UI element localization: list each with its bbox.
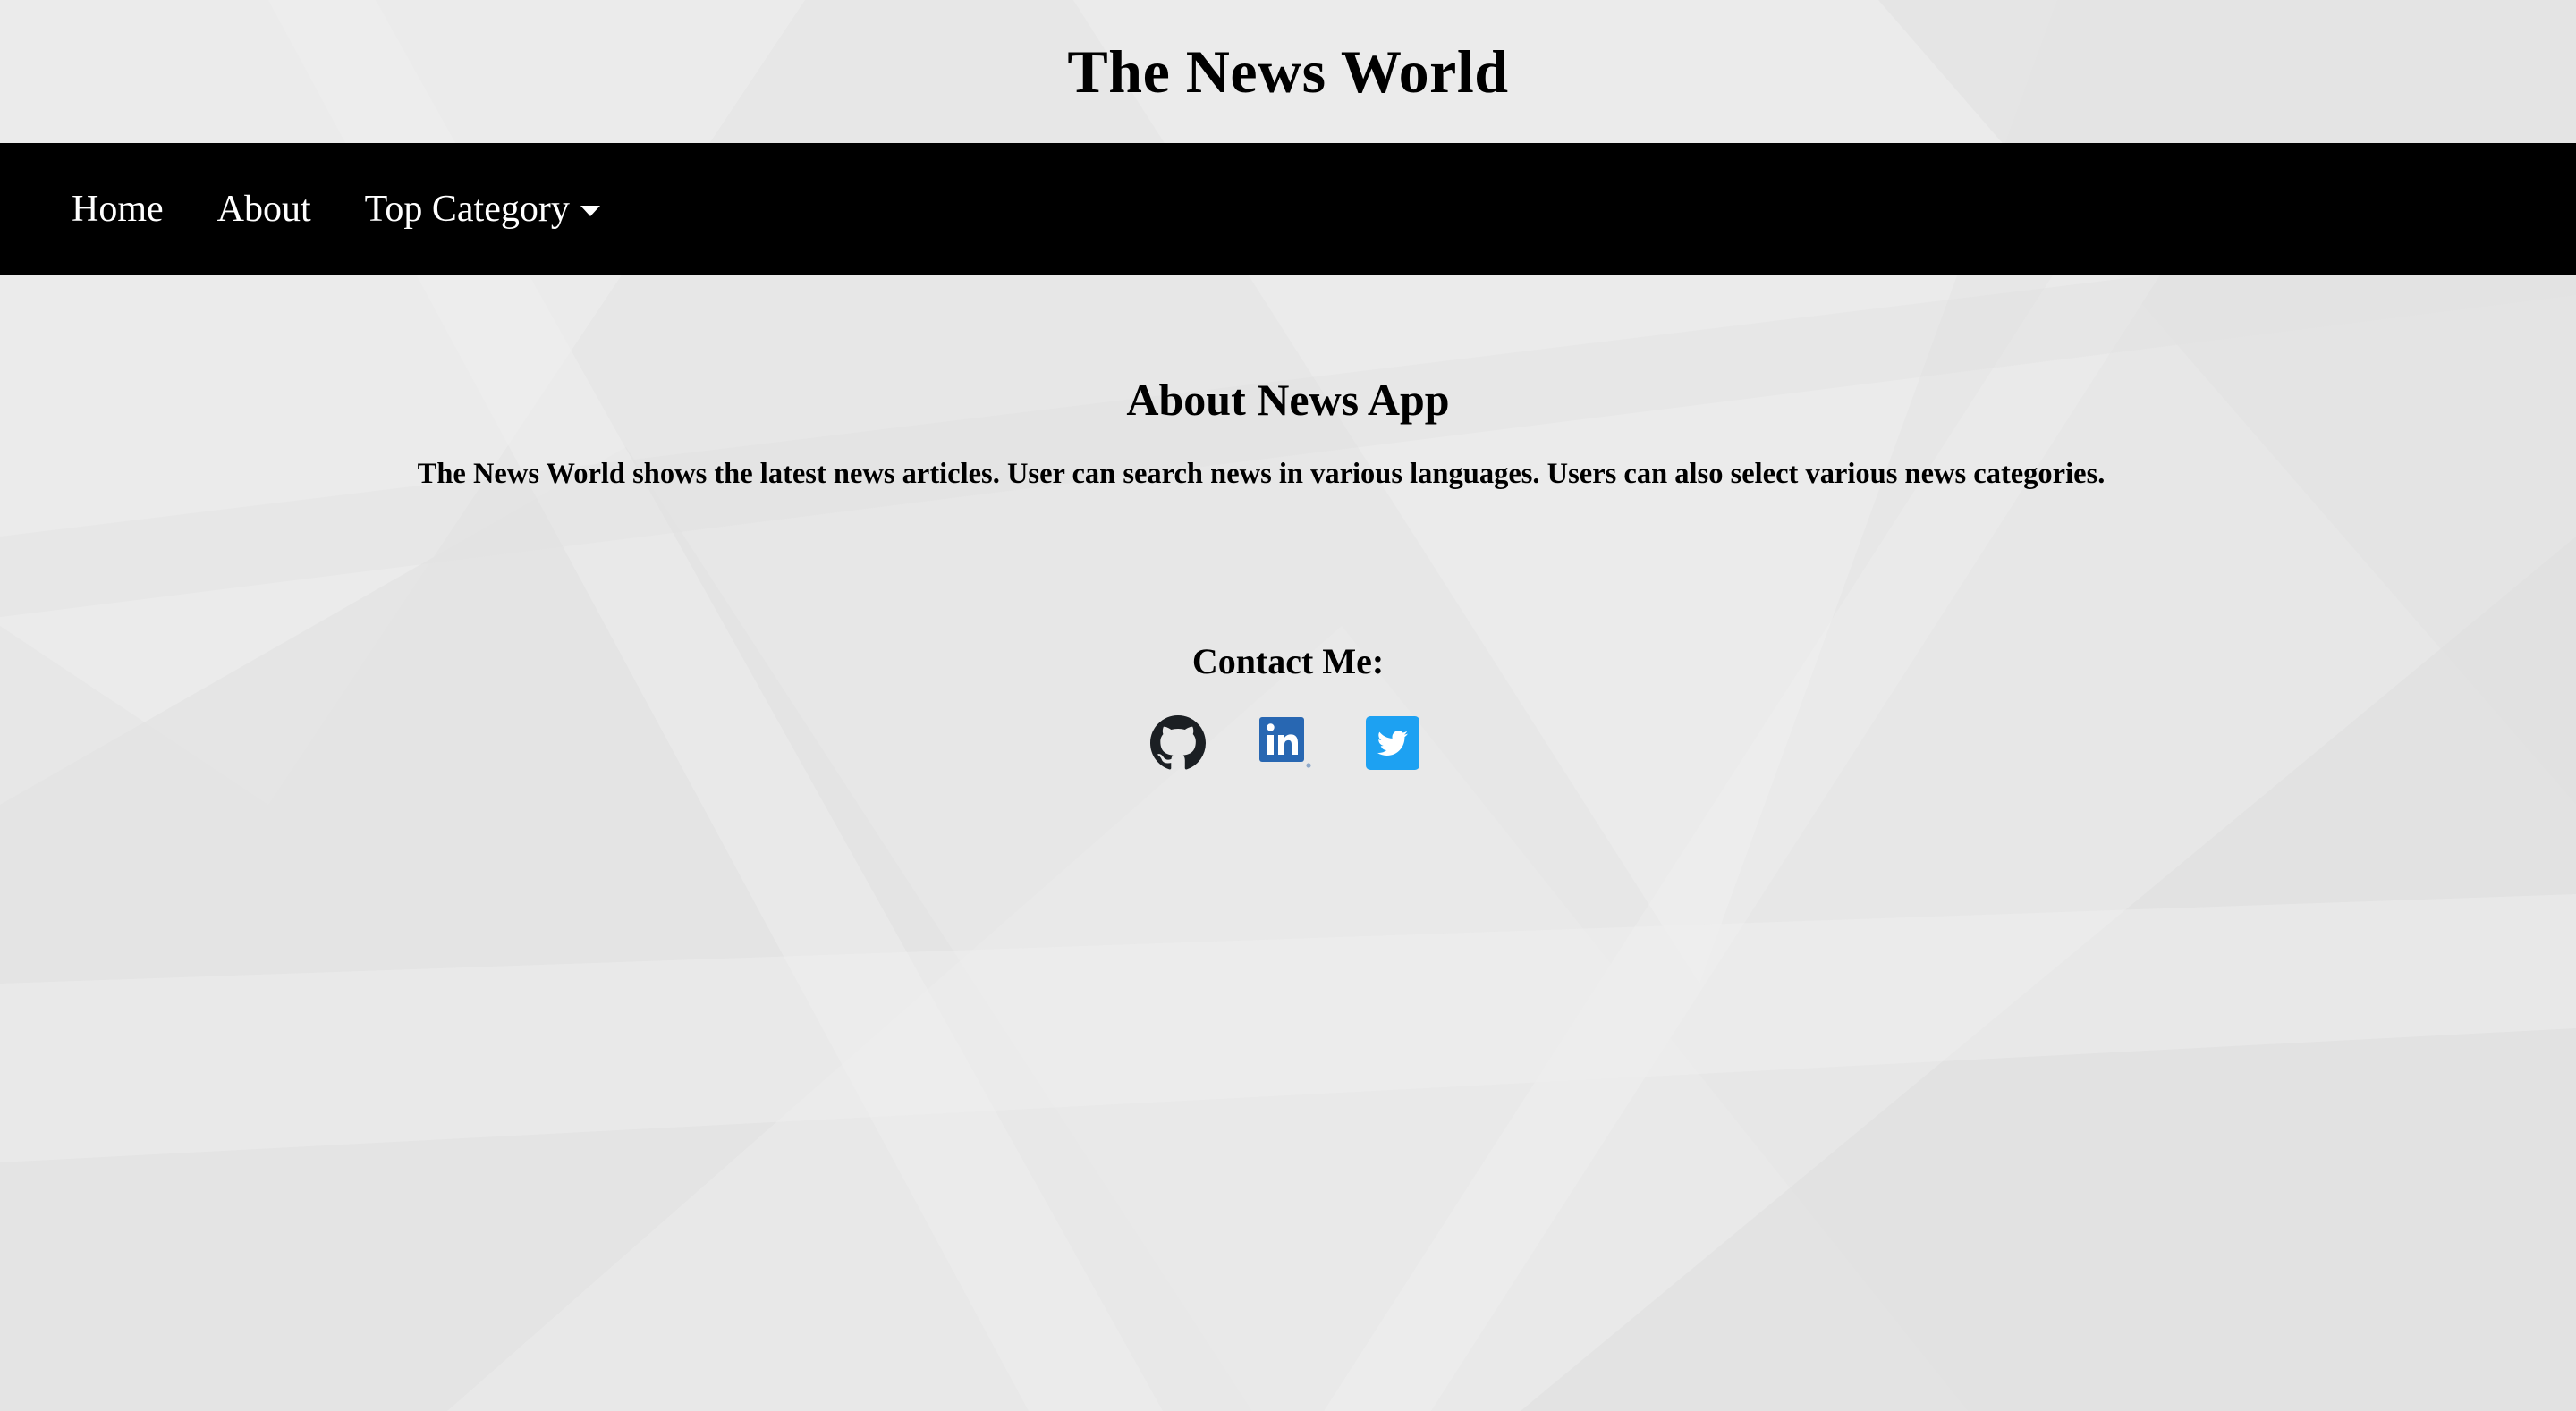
nav-top-category-label: Top Category bbox=[364, 189, 570, 230]
github-link[interactable] bbox=[1150, 715, 1206, 771]
github-icon bbox=[1150, 715, 1206, 770]
nav-about-label: About bbox=[216, 189, 311, 230]
social-links bbox=[0, 715, 2576, 771]
nav-about[interactable]: About bbox=[217, 188, 311, 231]
site-title: The News World bbox=[1067, 37, 1509, 106]
caret-down-icon bbox=[580, 206, 600, 216]
nav-home-label: Home bbox=[72, 189, 164, 230]
site-header: The News World bbox=[0, 0, 2576, 143]
about-heading: About News App bbox=[1126, 375, 1450, 425]
contact-heading: Contact Me: bbox=[1191, 641, 1385, 681]
nav-home[interactable]: Home bbox=[72, 188, 164, 231]
navbar: Home About Top Category bbox=[0, 143, 2576, 275]
page: The News World Home About Top Category A… bbox=[0, 0, 2576, 1411]
twitter-icon bbox=[1366, 716, 1419, 770]
linkedin-icon bbox=[1259, 717, 1311, 768]
twitter-link[interactable] bbox=[1365, 715, 1420, 771]
nav-top-category-dropdown[interactable]: Top Category bbox=[365, 188, 600, 231]
linkedin-link[interactable] bbox=[1258, 715, 1313, 771]
about-description: The News World shows the latest news art… bbox=[0, 458, 2576, 491]
about-description-text: The News World shows the latest news art… bbox=[417, 458, 2106, 490]
